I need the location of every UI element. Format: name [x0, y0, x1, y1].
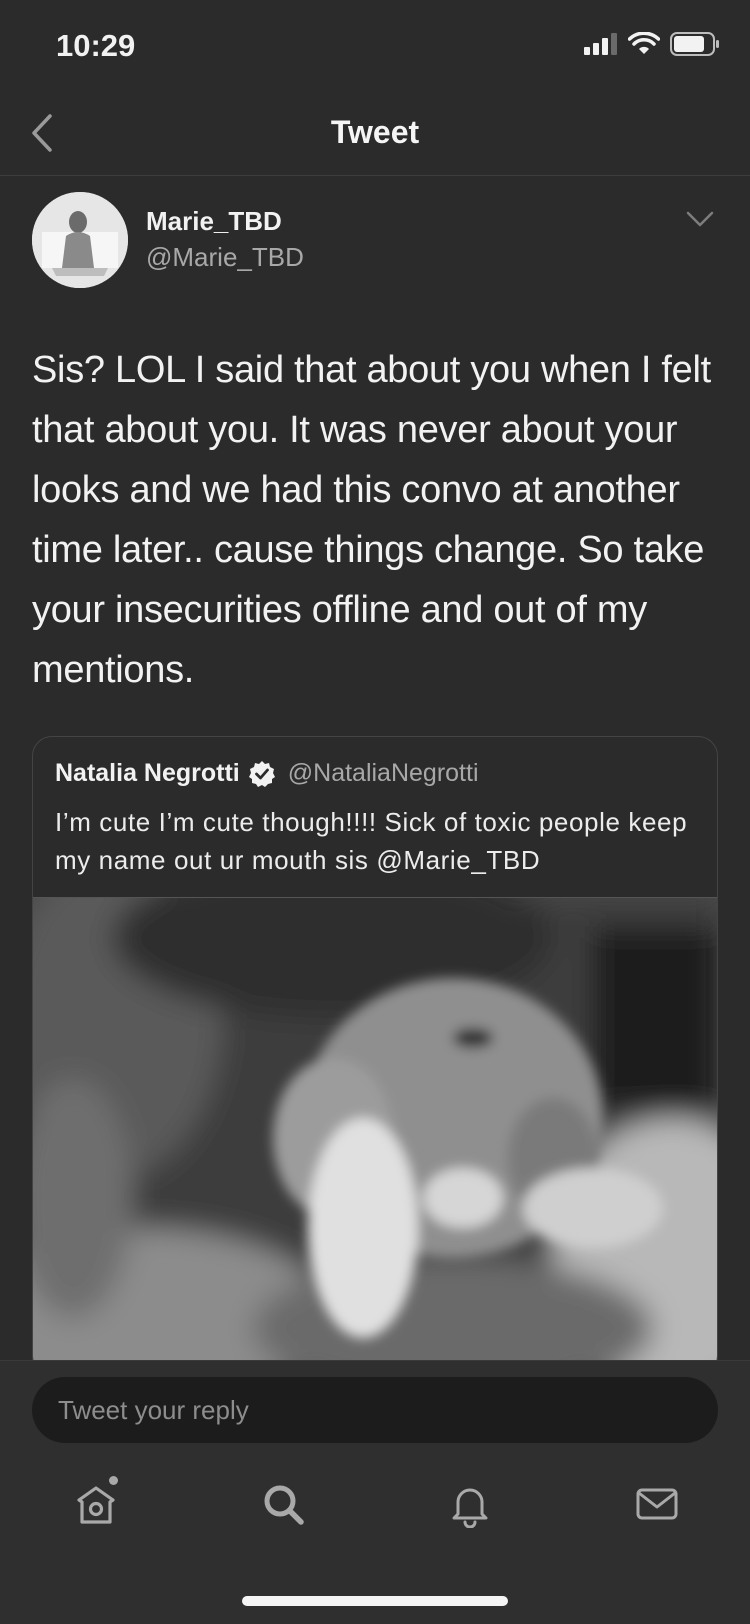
home-icon: [77, 1486, 115, 1524]
author-name[interactable]: Marie_TBD: [146, 206, 282, 237]
photo-image: [33, 898, 717, 1375]
chevron-down-icon: [686, 211, 714, 227]
status-bar: 10:29: [0, 0, 750, 92]
avatar-photo: [32, 192, 128, 288]
reply-bar: [0, 1360, 750, 1450]
tweet-header: Marie_TBD @Marie_TBD: [32, 192, 722, 288]
bell-icon: [452, 1488, 488, 1528]
author-handle[interactable]: @Marie_TBD: [146, 242, 304, 273]
status-icons: [584, 32, 720, 56]
tab-search[interactable]: [253, 1474, 313, 1534]
tweet-text: Sis? LOL I said that about you when I fe…: [32, 349, 711, 691]
quoted-author-handle: @NataliaNegrotti: [287, 759, 479, 787]
wifi-icon: [628, 32, 660, 54]
quoted-tweet-card[interactable]: Natalia Negrotti @NataliaNegrotti I’m cu…: [32, 736, 718, 1376]
page-title: Tweet: [330, 114, 420, 150]
search-icon: [264, 1485, 304, 1525]
notification-dot: [109, 1476, 118, 1485]
quoted-tweet-header: Natalia Negrotti @NataliaNegrotti: [55, 759, 479, 788]
reply-input[interactable]: [32, 1377, 718, 1443]
more-options-button[interactable]: [686, 210, 716, 234]
quoted-author-name: Natalia Negrotti: [55, 759, 240, 787]
quoted-tweet-media[interactable]: [33, 897, 717, 1375]
tab-messages[interactable]: [627, 1474, 687, 1534]
quoted-tweet-text: I’m cute I’m cute though!!!! Sick of tox…: [55, 807, 688, 875]
tab-notifications[interactable]: [440, 1474, 500, 1534]
mail-icon: [636, 1488, 678, 1520]
status-time: 10:29: [56, 28, 136, 63]
home-indicator: [242, 1596, 508, 1606]
nav-bar: Tweet: [0, 92, 750, 176]
tab-bar: [0, 1450, 750, 1624]
tab-home[interactable]: [66, 1474, 126, 1534]
verified-badge-icon: [248, 760, 275, 787]
battery-icon: [670, 32, 719, 56]
signal-icon: [584, 33, 617, 55]
avatar[interactable]: [32, 192, 128, 288]
